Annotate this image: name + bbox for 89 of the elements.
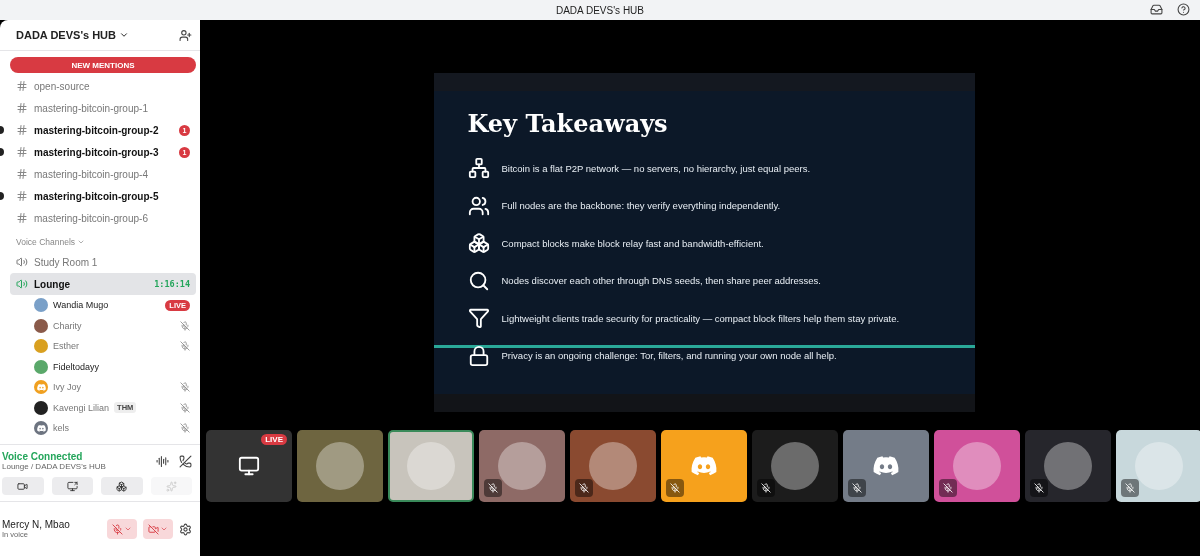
screen-share-button[interactable] bbox=[51, 477, 93, 495]
participant-tile[interactable] bbox=[661, 430, 747, 502]
unread-pip bbox=[0, 148, 4, 156]
mute-button[interactable] bbox=[107, 519, 137, 539]
voice-member[interactable]: Fideltodayy bbox=[10, 356, 196, 377]
voice-channel-item[interactable]: Study Room 1 bbox=[10, 251, 196, 273]
slide-point: Nodes discover each other through DNS seeds, then share peer addresses. bbox=[501, 275, 821, 287]
disconnect-icon[interactable] bbox=[179, 454, 192, 468]
participant-tile[interactable] bbox=[934, 430, 1020, 502]
search-icon bbox=[467, 269, 490, 292]
participant-tile[interactable] bbox=[752, 430, 838, 502]
participant-tile[interactable] bbox=[1116, 430, 1200, 502]
slide-point: Privacy is an ongoing challenge: Tor, filters, and running your own node all help. bbox=[501, 350, 837, 362]
voice-status-title: Voice Connected bbox=[2, 451, 84, 462]
discord-icon bbox=[691, 456, 717, 476]
help-icon[interactable] bbox=[1177, 3, 1190, 16]
deafen-button[interactable] bbox=[143, 519, 173, 539]
participant-tile[interactable] bbox=[570, 430, 656, 502]
network-icon bbox=[467, 157, 490, 180]
unread-pip bbox=[0, 192, 4, 200]
voice-member[interactable]: kels bbox=[10, 418, 196, 439]
section-label[interactable]: Voice Channels bbox=[16, 237, 76, 247]
voice-member[interactable]: Ivy Joy bbox=[10, 377, 196, 398]
voice-channel-item[interactable]: Lounge 1:16:14 bbox=[10, 273, 196, 295]
monitor-icon bbox=[238, 455, 260, 477]
camera-icon bbox=[17, 480, 29, 492]
hash-icon bbox=[16, 102, 28, 114]
voice-location[interactable]: Lounge / DADA DEVS's HUB bbox=[2, 462, 156, 471]
live-badge: LIVE bbox=[261, 434, 287, 445]
channel-item[interactable]: open-source bbox=[10, 75, 196, 97]
avatar-placeholder bbox=[771, 442, 819, 490]
discord-icon bbox=[873, 456, 899, 476]
sparkles-icon bbox=[165, 480, 177, 492]
discord-icon bbox=[36, 383, 46, 391]
activities-button[interactable] bbox=[101, 477, 143, 495]
settings-icon[interactable] bbox=[179, 522, 192, 536]
channel-item[interactable]: mastering-bitcoin-group-4 bbox=[10, 163, 196, 185]
hash-icon bbox=[16, 80, 28, 92]
discord-icon bbox=[36, 424, 46, 432]
new-mentions-banner[interactable]: NEW MENTIONS bbox=[10, 57, 196, 73]
participant-tile[interactable] bbox=[388, 430, 474, 502]
channel-item[interactable]: mastering-bitcoin-group-1 bbox=[10, 97, 196, 119]
participant-tile[interactable] bbox=[1025, 430, 1111, 502]
unread-pip bbox=[0, 126, 4, 134]
hash-icon bbox=[16, 212, 28, 224]
avatar-placeholder bbox=[589, 442, 637, 490]
participant-tile[interactable]: LIVE bbox=[206, 430, 292, 502]
cubes-icon bbox=[467, 232, 490, 255]
participant-tile[interactable] bbox=[297, 430, 383, 502]
funnel-icon bbox=[467, 307, 490, 330]
muted-mic-icon bbox=[112, 523, 123, 535]
avatar-placeholder bbox=[1044, 442, 1092, 490]
avatar-placeholder bbox=[498, 442, 546, 490]
slide-point: Full nodes are the backbone: they verify everything independently. bbox=[501, 200, 781, 212]
call-timer: 1:16:14 bbox=[154, 279, 190, 289]
voice-member[interactable]: Charity bbox=[10, 315, 196, 336]
window-title: DADA DEVS's HUB bbox=[555, 4, 644, 16]
caret-icon bbox=[160, 525, 168, 533]
camera-button[interactable] bbox=[2, 477, 44, 495]
chevron-icon bbox=[77, 238, 86, 246]
shapes-icon bbox=[116, 480, 128, 492]
sound-wave-icon[interactable] bbox=[156, 454, 169, 468]
invite-icon[interactable] bbox=[179, 28, 192, 42]
inbox-icon[interactable] bbox=[1150, 3, 1163, 16]
hash-icon bbox=[16, 124, 28, 136]
people-icon bbox=[467, 194, 490, 217]
slide-title: Key Takeaways bbox=[467, 108, 669, 138]
channel-item[interactable]: mastering-bitcoin-group-5 bbox=[10, 185, 196, 207]
user-name: Mercy N, Mbao bbox=[2, 519, 71, 530]
server-name[interactable]: DADA DEVS's HUB bbox=[16, 29, 116, 41]
slide-point: Lightweight clients trade security for practicality — compact block filters help them stay private. bbox=[501, 312, 900, 324]
hash-icon bbox=[16, 190, 28, 202]
chevron-icon[interactable] bbox=[119, 30, 129, 40]
participant-tile[interactable] bbox=[479, 430, 565, 502]
speaker-icon bbox=[16, 278, 28, 290]
slide-point: Bitcoin is a flat P2P network — no servers, no hierarchy, just equal peers. bbox=[501, 162, 811, 174]
lock-icon bbox=[467, 344, 490, 367]
participant-tile[interactable] bbox=[843, 430, 929, 502]
hash-icon bbox=[16, 168, 28, 180]
caret-icon bbox=[124, 525, 132, 533]
hash-icon bbox=[16, 146, 28, 158]
channel-item[interactable]: mastering-bitcoin-group-6 bbox=[10, 207, 196, 229]
avatar-placeholder bbox=[1135, 442, 1183, 490]
avatar-placeholder bbox=[316, 442, 364, 490]
avatar-placeholder bbox=[953, 442, 1001, 490]
slide-point: Compact blocks make block relay fast and bandwidth-efficient. bbox=[501, 237, 764, 249]
screen-share-icon bbox=[66, 480, 78, 492]
voice-member[interactable]: Esther bbox=[10, 336, 196, 357]
speaker-icon bbox=[16, 256, 28, 268]
